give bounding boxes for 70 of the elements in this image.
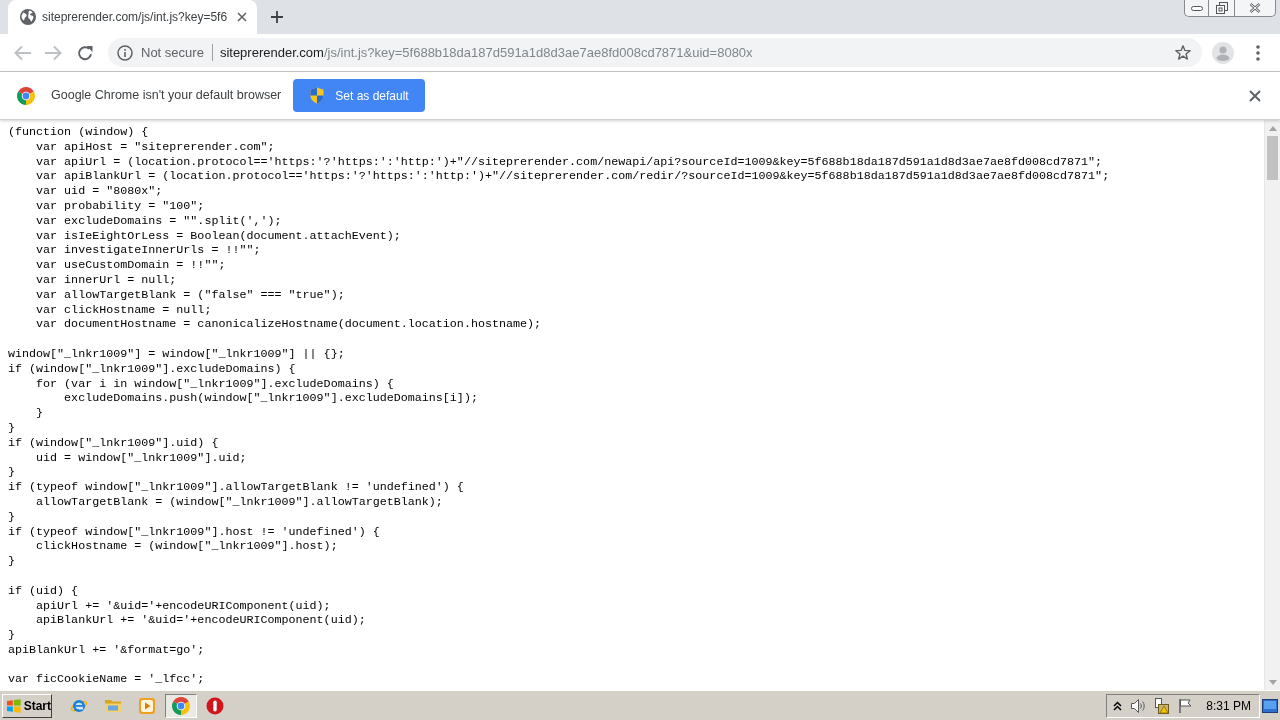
code-line: apiUrl += '&uid='+encodeURIComponent(uid); — [35, 598, 331, 614]
restore-button[interactable] — [1208, 0, 1234, 17]
restore-icon — [1215, 2, 1228, 14]
code-line: var ficCookieName = '_lfcc'; — [8, 672, 205, 688]
code-line: var innerUrl = null; — [35, 272, 177, 288]
browser-logo-icon — [17, 86, 35, 105]
code-line: } — [35, 406, 44, 421]
security-label[interactable]: Not secure — [141, 42, 204, 63]
browser-tab[interactable]: siteprerender.com/js/int.js?key=5f6 — [8, 0, 258, 34]
code-line: var documentHostname = canonicalizeHostname(document.location.hostname); — [35, 317, 542, 333]
code-line: window["_lnkr1009"] = window["_lnkr1009"] || {}; — [8, 346, 345, 362]
code-line: var allowTargetBlank = ("false" === "true"); — [35, 287, 345, 303]
close-button[interactable] — [1234, 0, 1276, 17]
close-icon[interactable] — [237, 12, 248, 22]
reload-icon[interactable] — [77, 44, 93, 61]
flag-icon[interactable] — [1178, 697, 1193, 714]
shield-icon — [309, 87, 326, 104]
code-line: } — [8, 465, 15, 481]
code-line: if (typeof window["_lnkr1009"].allowTargetBlank != 'undefined') { — [8, 480, 464, 495]
circle-bar-icon — [206, 696, 224, 715]
browser-logo-icon — [172, 696, 190, 715]
start-button[interactable]: Start — [2, 693, 52, 718]
play-icon — [138, 696, 156, 715]
code-line: var apiBlankUrl = (location.protocol=='https:'?'https:':'http:')+"//siteprerender.com/redir/?sourceId=1009&key=5f688b18da187d591a1d8d3ae7ae8fd008cd7871"; — [35, 169, 1110, 185]
scrollbar[interactable] — [1264, 120, 1280, 690]
code-line: var probability = "100"; — [35, 199, 205, 214]
code-line: if (uid) { — [8, 583, 79, 599]
code-line: (function (window) { — [8, 125, 149, 140]
code-line: uid = window["_lnkr1009"].uid; — [35, 450, 247, 466]
code-line: allowTargetBlank = (window["_lnkr1009"].allowTargetBlank); — [35, 494, 443, 510]
code-line: } — [8, 509, 15, 525]
address-bar[interactable]: Not secure siteprerender.com/js/int.js?key=5f688b18da187d591a1d8d3ae7ae8fd008cd7871&uid=8080x — [108, 38, 1202, 67]
code-line: } — [8, 420, 15, 436]
code-line: var apiHost = "siteprerender.com"; — [35, 139, 275, 155]
code-line: clickHostname = (window["_lnkr1009"].host); — [35, 539, 338, 555]
minimize-icon — [1190, 5, 1203, 11]
code-line: for (var i in window["_lnkr1009"].excludeDomains) { — [35, 376, 394, 392]
code-line: var uid = "8080x"; — [35, 184, 163, 199]
scrollbar-thumb[interactable] — [1267, 136, 1278, 180]
url-text[interactable]: siteprerender.com/js/int.js?key=5f688b18da187d591a1d8d3ae7ae8fd008cd7871&uid=8080x — [219, 42, 753, 63]
set-default-button[interactable]: Set as default — [293, 79, 425, 112]
code-line: var investigateInnerUrls = !!""; — [35, 243, 261, 259]
more-menu-icon[interactable] — [1256, 44, 1260, 61]
code-line: if (typeof window["_lnkr1009"].host != 'undefined') { — [8, 524, 380, 540]
code-line: apiBlankUrl += '&format=go'; — [8, 642, 205, 658]
speaker-icon[interactable] — [1130, 697, 1147, 714]
info-icon[interactable] — [117, 44, 133, 61]
close-icon[interactable] — [1249, 89, 1261, 102]
code-line: var isIeEightOrLess = Boolean(document.attachEvent); — [35, 228, 401, 244]
code-line: var clickHostname = null; — [35, 302, 212, 318]
start-logo-icon — [6, 697, 22, 714]
code-line: } — [8, 554, 15, 569]
code-line: excludeDomains.push(window["_lnkr1009"].excludeDomains[i]); — [63, 391, 478, 407]
close-icon — [1249, 3, 1261, 13]
star-icon[interactable] — [1175, 44, 1191, 61]
globe-icon — [20, 9, 36, 25]
plus-icon[interactable] — [271, 11, 284, 23]
code-line: var useCustomDomain = !!""; — [35, 258, 226, 273]
infobar-message: Google Chrome isn't your default browser — [51, 87, 282, 105]
chevron-up-icon[interactable] — [1113, 700, 1123, 711]
code-line: } — [8, 628, 15, 643]
show-desktop-icon[interactable] — [1262, 698, 1278, 713]
taskbar-button[interactable] — [165, 693, 197, 718]
code-line: var excludeDomains = "".split(','); — [35, 213, 282, 229]
minimize-button[interactable] — [1184, 0, 1208, 17]
code-line: var apiUrl = (location.protocol=='https:'?'https:':'http:')+"//siteprerender.com/newapi/api?sourceId=1009&key=5f688b18da187d591a1d8d3ae7ae8fd008cd7871"; — [35, 154, 1103, 170]
code-line: apiBlankUrl += '&uid='+encodeURIComponent(uid); — [35, 613, 366, 629]
network-warning-icon[interactable] — [1154, 697, 1171, 714]
code-line: if (window["_lnkr1009"].uid) { — [8, 435, 219, 451]
code-line: if (window["_lnkr1009"].excludeDomains) { — [8, 361, 296, 377]
